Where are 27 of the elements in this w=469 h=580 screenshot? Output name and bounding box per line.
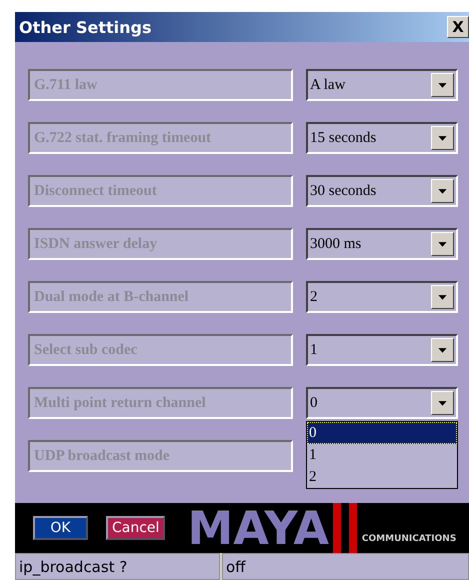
setting-label: G.711 law bbox=[28, 69, 293, 101]
dropdown-option[interactable]: 1 bbox=[307, 444, 457, 466]
logo-tagline: COMMUNICATIONS bbox=[362, 534, 456, 544]
dropdown[interactable]: A law bbox=[306, 69, 458, 101]
logo-bars-icon bbox=[332, 503, 359, 553]
logo-wordmark: MAYA bbox=[187, 503, 330, 553]
dropdown[interactable]: 0 bbox=[306, 387, 458, 419]
ok-button[interactable]: OK bbox=[33, 516, 88, 540]
setting-label: G.722 stat. framing timeout bbox=[28, 122, 293, 154]
setting-label: Disconnect timeout bbox=[28, 175, 293, 207]
setting-label: Select sub codec bbox=[28, 334, 293, 366]
dropdown[interactable]: 2 bbox=[306, 281, 458, 313]
dropdown[interactable]: 3000 ms bbox=[306, 228, 458, 260]
status-cell: off bbox=[222, 553, 469, 580]
dropdown[interactable]: 1 bbox=[306, 334, 458, 366]
window-title: Other Settings bbox=[19, 18, 152, 36]
setting-label: UDP broadcast mode bbox=[28, 440, 293, 472]
status-cell: ip_broadcast ? bbox=[15, 553, 220, 580]
setting-label: Multi point return channel bbox=[28, 387, 293, 419]
dropdown[interactable]: 30 seconds bbox=[306, 175, 458, 207]
close-button[interactable]: X bbox=[447, 16, 469, 38]
dropdown-option[interactable]: 0 bbox=[307, 422, 457, 444]
setting-label: Dual mode at B-channel bbox=[28, 281, 293, 313]
dropdown-option[interactable]: 2 bbox=[307, 466, 457, 488]
cancel-button[interactable]: Cancel bbox=[106, 516, 166, 540]
dropdown[interactable]: 15 seconds bbox=[306, 122, 458, 154]
setting-label: ISDN answer delay bbox=[28, 228, 293, 260]
